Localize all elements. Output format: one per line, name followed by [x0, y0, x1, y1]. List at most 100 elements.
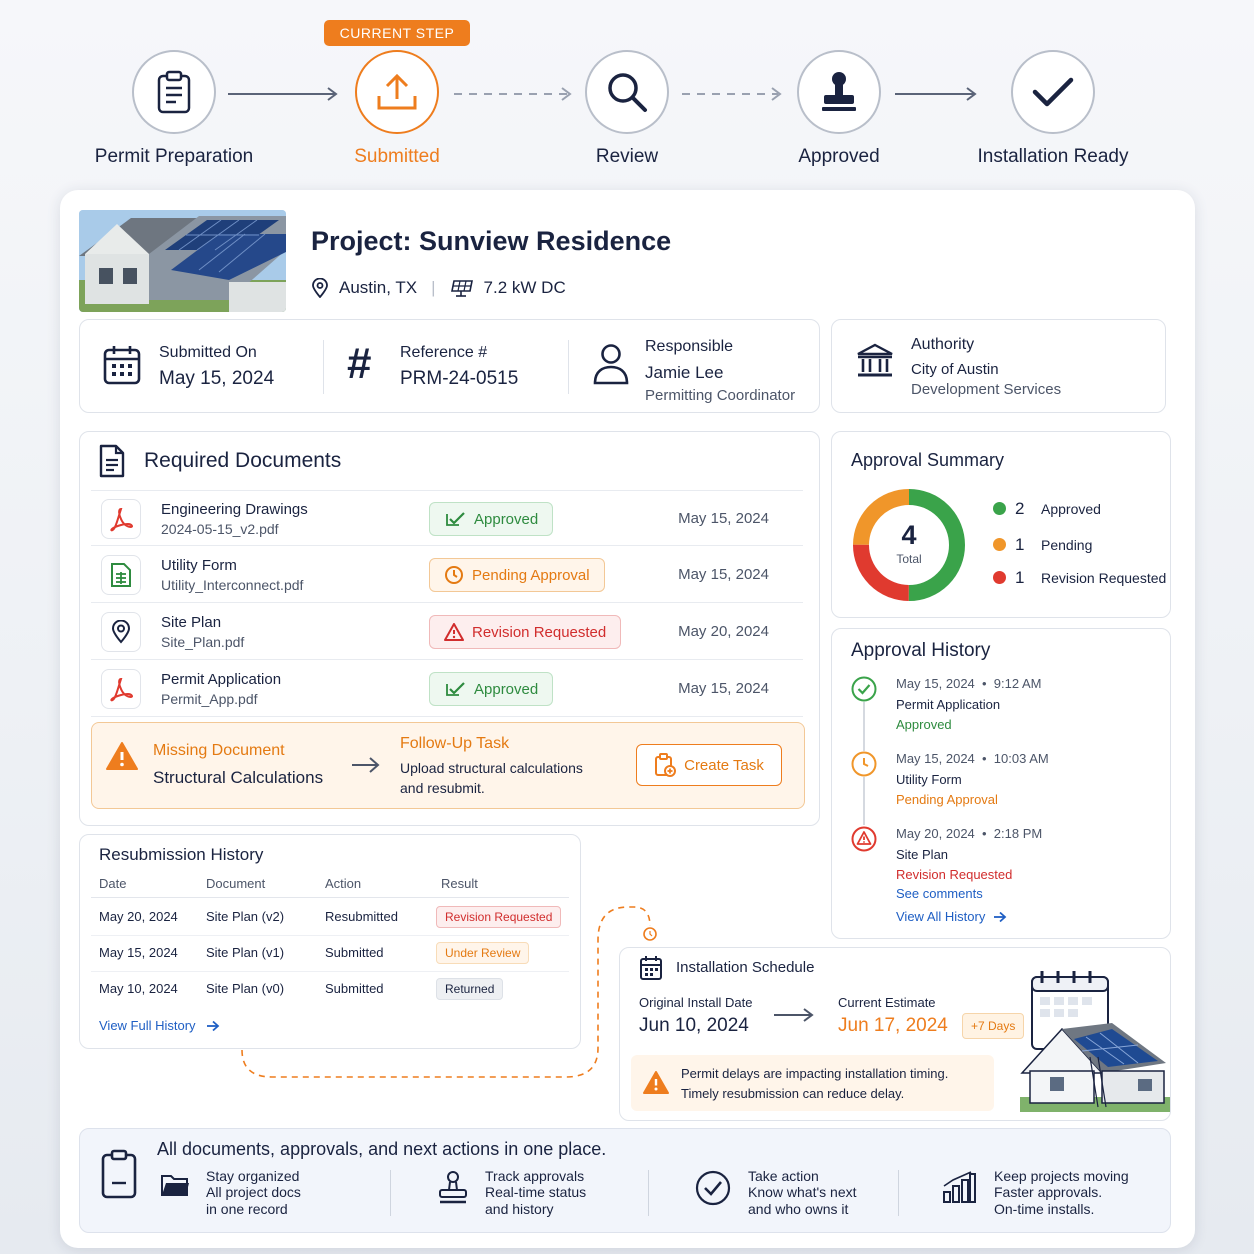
document-filename: 2024-05-15_v2.pdf — [161, 521, 279, 537]
footer-item-title: Keep projects moving — [994, 1168, 1129, 1184]
step-circle — [355, 50, 439, 134]
approval-history-title: Approval History — [851, 640, 991, 661]
house-calendar-illustration — [1020, 971, 1170, 1112]
step-circle — [585, 50, 669, 134]
timeline-pending-icon — [851, 751, 877, 777]
approval-history-panel — [831, 628, 1171, 939]
warning-triangle-icon — [106, 742, 138, 770]
step-label: Submitted — [354, 146, 440, 167]
step-permit-preparation[interactable]: Permit Preparation — [64, 50, 284, 168]
legend-count: 1 — [1015, 568, 1025, 587]
project-title: Project: Sunview Residence — [311, 226, 672, 256]
installation-schedule-title: Installation Schedule — [676, 959, 815, 976]
warning-icon — [444, 623, 464, 641]
footer-item-line2: and history — [485, 1201, 554, 1217]
table-header-date: Date — [99, 876, 127, 891]
footer-item-action: Take action Know what's next and who own… — [748, 1168, 857, 1218]
step-installation-ready[interactable]: Installation Ready — [943, 50, 1163, 168]
history-date: May 15, 2024 — [896, 751, 975, 766]
schedule-warning — [631, 1055, 994, 1111]
warning-triangle-icon — [643, 1071, 669, 1094]
step-approved[interactable]: Approved — [729, 50, 949, 168]
hash-icon: # — [347, 339, 372, 388]
document-row-site-plan[interactable]: Site Plan Site_Plan.pdf Revision Request… — [91, 604, 803, 660]
submitted-value: May 15, 2024 — [159, 368, 275, 389]
history-document: Permit Application — [896, 697, 1001, 712]
history-status: Pending Approval — [896, 792, 998, 807]
footer-item-title: Track approvals — [485, 1168, 585, 1184]
create-task-button[interactable]: Create Task — [636, 744, 782, 786]
legend-label: Approved — [1041, 501, 1101, 517]
pdf-icon — [101, 499, 141, 539]
folder-icon — [161, 1175, 189, 1196]
arrow-right-icon — [352, 757, 380, 773]
history-time: 2:18 PM — [993, 826, 1043, 841]
government-building-icon — [857, 343, 893, 377]
status-badge-approved: Approved — [429, 502, 554, 536]
upload-icon — [377, 73, 417, 110]
footer-item-line1: Faster approvals. — [994, 1184, 1103, 1200]
warning-line2: Timely resubmission can reduce delay. — [681, 1086, 905, 1101]
reference-label: Reference # — [400, 344, 488, 361]
legend-dot-pending — [993, 538, 1006, 551]
legend-dot-revision — [993, 571, 1006, 584]
history-time: 10:03 AM — [993, 751, 1049, 766]
step-label: Review — [595, 146, 659, 167]
view-full-history-label: View Full History — [99, 1018, 196, 1033]
divider — [323, 340, 324, 394]
view-full-history-link[interactable]: View Full History — [99, 1018, 220, 1033]
step-submitted[interactable]: Submitted — [287, 50, 507, 168]
current-estimate-label: Current Estimate — [838, 995, 936, 1010]
arrow-right-icon — [994, 911, 1007, 922]
footer-item-moving: Keep projects moving Faster approvals. O… — [994, 1168, 1129, 1218]
divider — [648, 1170, 649, 1216]
footer-item-title: Take action — [748, 1168, 819, 1184]
step-label: Installation Ready — [977, 146, 1129, 167]
schedule-calendar-icon — [640, 956, 662, 980]
table-divider — [91, 897, 569, 898]
document-filename: Permit_App.pdf — [161, 691, 258, 707]
history-document: Utility Form — [896, 772, 962, 787]
approved-check-icon — [446, 512, 465, 526]
map-pin-icon — [101, 612, 141, 652]
legend-count: 1 — [1015, 535, 1025, 554]
history-status: Revision Requested — [896, 867, 1013, 882]
history-timestamp: May 15, 2024 • 9:12 AM — [896, 676, 1042, 691]
history-date: May 20, 2024 — [896, 826, 975, 841]
history-time: 9:12 AM — [993, 676, 1042, 691]
timeline-approved-icon — [851, 676, 877, 702]
status-text: Approved — [474, 510, 539, 528]
row-date: May 15, 2024 — [99, 945, 178, 960]
legend-label: Pending — [1041, 537, 1093, 553]
create-task-label: Create Task — [684, 756, 764, 774]
status-badge-pending: Pending Approval — [429, 558, 605, 592]
row-date: May 10, 2024 — [99, 981, 178, 996]
legend-label: Revision Requested — [1041, 570, 1167, 586]
solar-panel-icon — [450, 280, 473, 297]
document-filename: Utility_Interconnect.pdf — [161, 577, 304, 593]
see-comments-link[interactable]: See comments — [896, 886, 983, 901]
document-date: May 15, 2024 — [678, 510, 769, 527]
history-status: Approved — [896, 717, 952, 732]
calendar-icon — [103, 346, 141, 385]
document-row-engineering-drawings[interactable]: Engineering Drawings 2024-05-15_v2.pdf A… — [91, 490, 803, 546]
stamp-icon — [439, 1171, 467, 1204]
clipboard-plus-icon — [655, 753, 677, 777]
status-badge-revision: Revision Requested — [429, 615, 622, 649]
document-row-permit-application[interactable]: Permit Application Permit_App.pdf Approv… — [91, 661, 803, 717]
status-text: Pending Approval — [472, 566, 590, 584]
project-system-size: 7.2 kW DC — [483, 278, 566, 297]
document-row-utility-form[interactable]: Utility Form Utility_Interconnect.pdf Pe… — [91, 547, 803, 603]
check-circle-icon — [695, 1170, 731, 1206]
legend-dot-approved — [993, 502, 1006, 515]
required-documents-title: Required Documents — [144, 449, 342, 472]
bar-chart-icon — [943, 1171, 976, 1203]
step-review[interactable]: Review — [517, 50, 737, 168]
donut-total-label: Total — [896, 552, 922, 566]
document-date: May 20, 2024 — [678, 623, 769, 640]
view-all-history-link[interactable]: View All History — [896, 909, 1007, 924]
reference-value: PRM-24-0515 — [400, 368, 519, 389]
status-text: Revision Requested — [472, 623, 607, 641]
current-step-tag: CURRENT STEP — [324, 20, 470, 46]
document-name: Permit Application — [161, 671, 282, 688]
